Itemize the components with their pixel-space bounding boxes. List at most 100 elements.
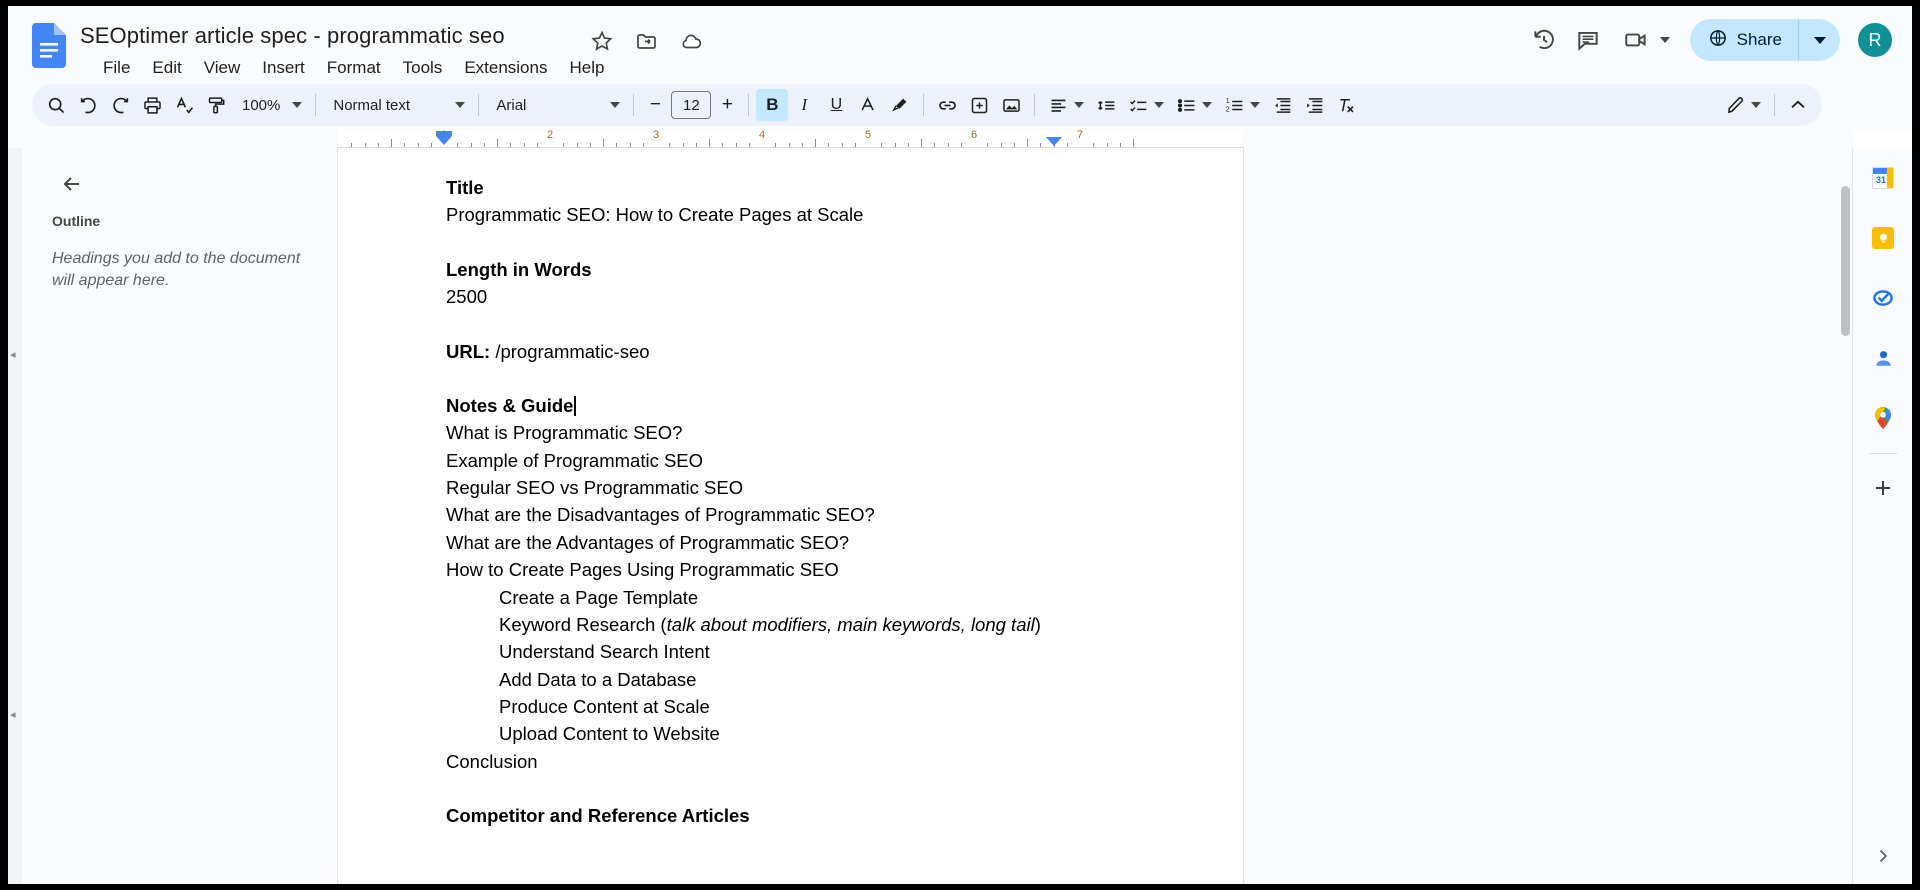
bulleted-list-icon[interactable] xyxy=(1170,89,1202,121)
bulleted-list-split-button[interactable] xyxy=(1170,89,1218,121)
doc-heading[interactable]: Length in Words xyxy=(446,256,1243,283)
font-size-input[interactable]: 12 xyxy=(671,91,711,119)
doc-heading[interactable]: Competitor and Reference Articles xyxy=(446,802,1243,829)
chevron-down-icon xyxy=(292,102,302,108)
doc-subitem[interactable]: Understand Search Intent xyxy=(446,638,1243,665)
doc-subitem[interactable]: Add Data to a Database xyxy=(446,666,1243,693)
doc-paragraph[interactable]: Example of Programmatic SEO xyxy=(446,447,1243,474)
doc-heading[interactable]: Title xyxy=(446,174,1243,201)
doc-subitem[interactable]: Create a Page Template xyxy=(446,584,1243,611)
bold-button[interactable]: B xyxy=(756,89,788,121)
meet-camera-icon[interactable] xyxy=(1614,18,1658,62)
close-outline-arrow-left-icon[interactable] xyxy=(52,164,92,204)
menu-format[interactable]: Format xyxy=(316,56,392,80)
google-contacts-icon[interactable] xyxy=(1863,338,1903,378)
ruler-number: 3 xyxy=(653,129,659,141)
document-outline-panel: Outline Headings you add to the document… xyxy=(22,148,338,884)
document-page[interactable]: TitleProgrammatic SEO: How to Create Pag… xyxy=(338,148,1243,884)
search-icon[interactable] xyxy=(40,89,72,121)
menu-tools[interactable]: Tools xyxy=(392,56,454,80)
meet-chevron-down-icon[interactable] xyxy=(1660,37,1670,43)
google-keep-icon[interactable] xyxy=(1863,218,1903,258)
menu-help[interactable]: Help xyxy=(558,56,615,80)
right-indent-marker[interactable] xyxy=(1046,137,1062,146)
increase-font-size-button[interactable]: + xyxy=(713,91,741,119)
doc-paragraph[interactable]: Regular SEO vs Programmatic SEO xyxy=(446,474,1243,501)
undo-icon[interactable] xyxy=(72,89,104,121)
collapse-menus-chevron-up-icon[interactable] xyxy=(1782,89,1814,121)
google-maps-icon[interactable] xyxy=(1863,398,1903,438)
doc-paragraph[interactable]: What are the Advantages of Programmatic … xyxy=(446,529,1243,556)
insert-link-icon[interactable] xyxy=(931,89,963,121)
menu-edit[interactable]: Edit xyxy=(141,56,192,80)
menu-file[interactable]: File xyxy=(92,56,141,80)
increase-indent-icon[interactable] xyxy=(1298,89,1330,121)
cloud-saved-icon[interactable] xyxy=(680,29,704,53)
doc-paragraph[interactable]: How to Create Pages Using Programmatic S… xyxy=(446,556,1243,583)
zoom-select[interactable]: 100% xyxy=(232,89,308,121)
editing-mode-split-button[interactable] xyxy=(1719,89,1767,121)
doc-subitem[interactable]: Upload Content to Website xyxy=(446,720,1243,747)
paint-format-icon[interactable] xyxy=(200,89,232,121)
doc-paragraph[interactable]: Conclusion xyxy=(446,748,1243,775)
align-split-button[interactable] xyxy=(1042,89,1090,121)
move-folder-icon[interactable] xyxy=(635,29,659,53)
doc-paragraph[interactable]: 2500 xyxy=(446,283,1243,310)
version-history-icon[interactable] xyxy=(1522,18,1566,62)
collapse-arrow-icon[interactable]: ◂ xyxy=(10,348,16,361)
numbered-list-split-button[interactable]: 1 2 xyxy=(1218,89,1266,121)
google-calendar-icon[interactable]: 31 xyxy=(1863,158,1903,198)
spellcheck-icon[interactable] xyxy=(168,89,200,121)
menu-insert[interactable]: Insert xyxy=(251,56,316,80)
toolbar-divider xyxy=(923,94,924,116)
line-spacing-icon[interactable] xyxy=(1090,89,1122,121)
document-body[interactable]: TitleProgrammatic SEO: How to Create Pag… xyxy=(338,148,1243,830)
highlight-color-button[interactable] xyxy=(884,89,916,121)
menu-extensions[interactable]: Extensions xyxy=(453,56,558,80)
share-label: Share xyxy=(1737,30,1782,50)
doc-paragraph[interactable]: URL: /programmatic-seo xyxy=(446,338,1243,365)
paragraph-style-select[interactable]: Normal text xyxy=(323,89,471,121)
expand-side-panel-button[interactable] xyxy=(1863,836,1903,876)
chevron-down-icon xyxy=(1250,102,1260,108)
decrease-font-size-button[interactable]: − xyxy=(641,91,669,119)
add-comment-icon[interactable] xyxy=(963,89,995,121)
align-icon[interactable] xyxy=(1042,89,1074,121)
star-icon[interactable] xyxy=(590,29,614,53)
left-indent-marker[interactable] xyxy=(436,136,452,145)
get-add-ons-button[interactable] xyxy=(1863,468,1903,508)
redo-icon[interactable] xyxy=(104,89,136,121)
google-tasks-icon[interactable] xyxy=(1863,278,1903,318)
clear-formatting-icon[interactable] xyxy=(1330,89,1362,121)
document-title[interactable]: SEOptimer article spec - programmatic se… xyxy=(80,23,505,49)
pencil-icon[interactable] xyxy=(1719,89,1751,121)
checklist-icon[interactable] xyxy=(1122,89,1154,121)
subitem-text: Keyword Research ( xyxy=(499,614,667,635)
google-docs-icon[interactable] xyxy=(32,23,66,68)
share-options-button[interactable] xyxy=(1798,19,1840,61)
vertical-scrollbar[interactable] xyxy=(1841,186,1850,336)
doc-heading[interactable]: Notes & Guide xyxy=(446,392,1243,419)
print-icon[interactable] xyxy=(136,89,168,121)
italic-button[interactable]: I xyxy=(788,89,820,121)
avatar[interactable]: R xyxy=(1856,21,1894,59)
doc-paragraph[interactable]: What is Programmatic SEO? xyxy=(446,419,1243,446)
text-color-button[interactable] xyxy=(852,89,884,121)
meet-call-button[interactable] xyxy=(1614,18,1676,62)
underline-button[interactable]: U xyxy=(820,89,852,121)
share-button[interactable]: Share xyxy=(1690,19,1798,61)
doc-subitem[interactable]: Produce Content at Scale xyxy=(446,693,1243,720)
font-family-select[interactable]: Arial xyxy=(486,89,626,121)
ruler-tick xyxy=(921,139,922,148)
doc-paragraph[interactable]: What are the Disadvantages of Programmat… xyxy=(446,501,1243,528)
insert-image-icon[interactable] xyxy=(995,89,1027,121)
decrease-indent-icon[interactable] xyxy=(1266,89,1298,121)
horizontal-ruler[interactable]: 1234567 xyxy=(338,130,1243,148)
menu-view[interactable]: View xyxy=(193,56,252,80)
comment-icon[interactable] xyxy=(1566,18,1610,62)
doc-subitem[interactable]: Keyword Research (talk about modifiers, … xyxy=(446,611,1243,638)
numbered-list-icon[interactable]: 1 2 xyxy=(1218,89,1250,121)
doc-paragraph[interactable]: Programmatic SEO: How to Create Pages at… xyxy=(446,201,1243,228)
collapse-arrow-icon[interactable]: ◂ xyxy=(10,708,16,721)
checklist-split-button[interactable] xyxy=(1122,89,1170,121)
